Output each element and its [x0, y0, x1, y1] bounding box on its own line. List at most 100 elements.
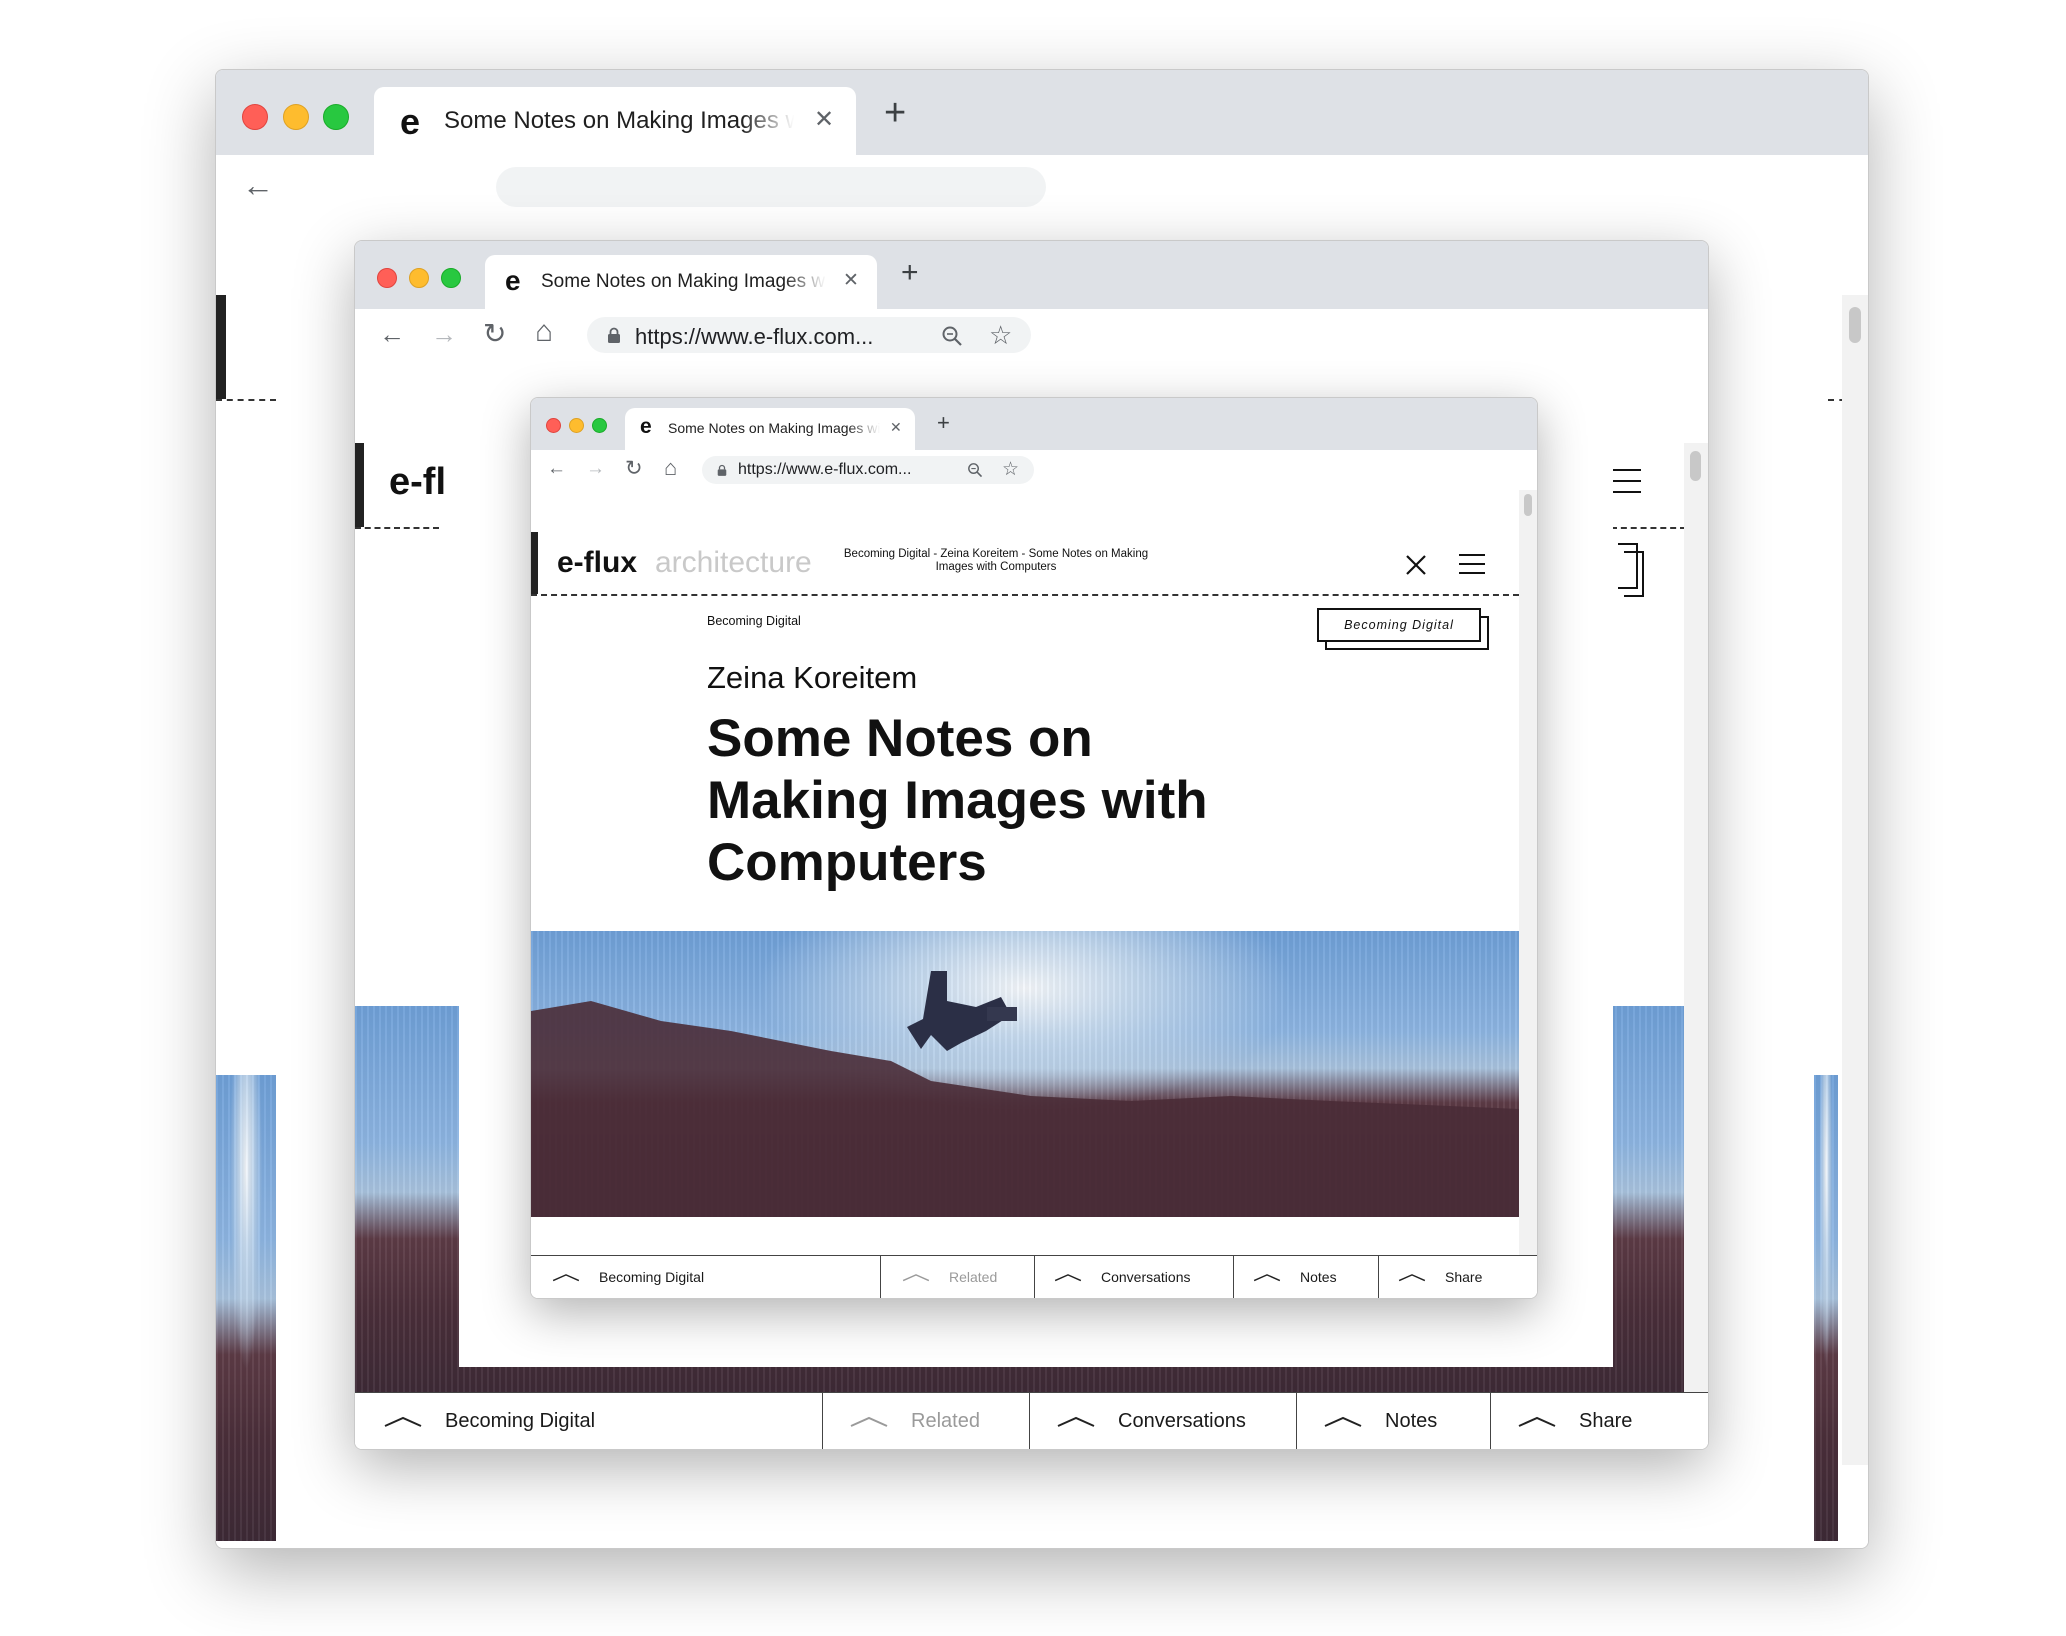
new-tab-button[interactable]: + — [884, 92, 906, 135]
bottom-nav-related[interactable]: Related — [881, 1256, 1035, 1298]
e-flux-favicon-icon: e — [505, 265, 521, 296]
maximize-window-button[interactable] — [441, 268, 461, 288]
omnibox[interactable] — [496, 167, 1046, 207]
e-flux-favicon-icon: e — [400, 101, 421, 142]
maximize-window-button[interactable] — [592, 418, 607, 433]
tab-title: Some Notes on Making Images with Compute… — [541, 271, 826, 292]
e-flux-logo-partial[interactable]: e-fl — [389, 461, 446, 504]
author-name[interactable]: Zeina Koreitem — [707, 660, 917, 696]
page-viewport-inner: e-flux architecture Becoming Digital - Z… — [531, 490, 1537, 1298]
site-header-partial — [216, 295, 276, 401]
bottom-nav-conversations[interactable]: Conversations — [1035, 1256, 1234, 1298]
site-header-partial: e-fl — [355, 443, 446, 529]
browser-tab[interactable]: e Some Notes on Making Images with Compu… — [374, 87, 856, 155]
badge-label: Becoming Digital — [1317, 608, 1481, 642]
caret-up-icon — [850, 1416, 888, 1427]
horse-rider-silhouette — [531, 971, 1519, 1217]
caret-up-icon — [1398, 1274, 1426, 1282]
new-tab-button[interactable]: + — [937, 410, 950, 436]
bottom-nav-notes[interactable]: Notes — [1234, 1256, 1379, 1298]
hero-image-left-strip — [216, 1075, 276, 1541]
bookmark-star-icon[interactable]: ☆ — [1002, 458, 1019, 481]
url-text[interactable]: https://www.e-flux.com... — [738, 461, 948, 479]
bottom-nav-conversations[interactable]: Conversations — [1030, 1393, 1297, 1449]
header-rule — [531, 532, 538, 594]
tab-title: Some Notes on Making Images with Compute… — [668, 420, 880, 436]
section-kicker[interactable]: Becoming Digital — [707, 614, 801, 628]
bottom-nav-share[interactable]: Share — [1379, 1256, 1537, 1298]
close-tab-icon[interactable]: ✕ — [890, 419, 902, 436]
scrollbar[interactable] — [1519, 490, 1537, 1270]
forward-arrow-icon[interactable]: → — [586, 458, 605, 480]
toolbar: ← → ↻ ⌂ https://www.e-flux.com... ☆ — [531, 450, 1537, 490]
hero-image — [531, 931, 1519, 1217]
back-arrow-icon[interactable]: ← — [379, 319, 405, 350]
tab-strip: e Some Notes on Making Images with Compu… — [216, 70, 1868, 155]
toolbar: ← → ↻ ⌂ https://www.e-flux.com... ☆ — [355, 309, 1708, 359]
close-window-button[interactable] — [242, 104, 268, 130]
e-flux-favicon-icon: e — [640, 415, 652, 438]
bookmark-star-icon[interactable]: ☆ — [989, 320, 1012, 351]
bottom-nav-becoming-digital[interactable]: Becoming Digital — [531, 1256, 881, 1298]
browser-window-inner: e Some Notes on Making Images with Compu… — [530, 397, 1538, 1299]
close-tab-icon[interactable]: ✕ — [843, 269, 859, 292]
omnibox[interactable]: https://www.e-flux.com... ☆ — [587, 317, 1031, 353]
caret-up-icon — [1253, 1274, 1281, 1282]
scrollbar[interactable] — [1842, 295, 1868, 1465]
scroll-thumb[interactable] — [1524, 494, 1532, 516]
lock-icon — [717, 464, 727, 476]
tab-title: Some Notes on Making Images with Compute… — [444, 107, 794, 134]
scroll-thumb[interactable] — [1849, 307, 1861, 343]
back-arrow-icon[interactable]: ← — [547, 458, 566, 480]
zoom-icon[interactable] — [967, 462, 983, 478]
article-title: Some Notes on Making Images with Compute… — [707, 709, 1208, 892]
scroll-thumb[interactable] — [1690, 451, 1701, 481]
minimize-window-button[interactable] — [409, 268, 429, 288]
url-text[interactable]: https://www.e-flux.com... — [635, 324, 910, 350]
header-rule — [216, 295, 226, 399]
minimize-window-button[interactable] — [569, 418, 584, 433]
bottom-nav-notes[interactable]: Notes — [1297, 1393, 1491, 1449]
home-icon[interactable]: ⌂ — [664, 455, 677, 481]
browser-tab[interactable]: e Some Notes on Making Images with Compu… — [625, 408, 915, 450]
reload-icon[interactable]: ↻ — [625, 456, 643, 481]
bottom-nav-bar: Becoming Digital Related Conversations N… — [355, 1392, 1708, 1449]
hamburger-menu-icon[interactable] — [1459, 554, 1485, 574]
home-icon[interactable]: ⌂ — [535, 315, 553, 349]
reload-icon[interactable]: ↻ — [483, 317, 506, 350]
caret-up-icon — [552, 1274, 580, 1282]
bottom-nav-related[interactable]: Related — [823, 1393, 1030, 1449]
caret-up-icon — [1057, 1416, 1095, 1427]
close-icon[interactable] — [1405, 554, 1427, 576]
tab-strip: e Some Notes on Making Images with Compu… — [355, 241, 1708, 309]
hamburger-menu-icon[interactable] — [1613, 469, 1641, 493]
bottom-nav-becoming-digital[interactable]: Becoming Digital — [355, 1393, 823, 1449]
forward-arrow-icon[interactable]: → — [431, 319, 457, 350]
close-tab-icon[interactable]: ✕ — [814, 105, 834, 134]
caret-up-icon — [1054, 1274, 1082, 1282]
e-flux-logo[interactable]: e-flux — [557, 546, 637, 580]
maximize-window-button[interactable] — [323, 104, 349, 130]
architecture-logo-text[interactable]: architecture — [655, 546, 812, 580]
minimize-window-button[interactable] — [283, 104, 309, 130]
new-tab-button[interactable]: + — [901, 256, 919, 290]
caret-up-icon — [1518, 1416, 1556, 1427]
scrollbar[interactable] — [1684, 443, 1708, 1393]
bottom-nav-bar: Becoming Digital Related Conversations N… — [531, 1255, 1537, 1298]
hero-image-right-strip — [1814, 1075, 1838, 1541]
toolbar: ← — [216, 155, 1868, 215]
bottom-nav-share[interactable]: Share — [1491, 1393, 1708, 1449]
caret-up-icon — [1324, 1416, 1362, 1427]
back-arrow-icon[interactable]: ← — [242, 167, 274, 204]
becoming-digital-badge[interactable]: Becoming Digital — [1317, 608, 1491, 652]
breadcrumb[interactable]: Becoming Digital - Zeina Koreitem - Some… — [831, 548, 1161, 574]
omnibox[interactable]: https://www.e-flux.com... ☆ — [702, 456, 1034, 484]
close-window-button[interactable] — [377, 268, 397, 288]
browser-tab[interactable]: e Some Notes on Making Images with Compu… — [485, 255, 877, 309]
lock-icon — [608, 327, 620, 343]
zoom-icon[interactable] — [941, 325, 963, 347]
close-window-button[interactable] — [546, 418, 561, 433]
header-rule — [355, 443, 364, 527]
caret-up-icon — [902, 1274, 930, 1282]
site-header: e-flux architecture Becoming Digital - Z… — [531, 532, 1519, 596]
